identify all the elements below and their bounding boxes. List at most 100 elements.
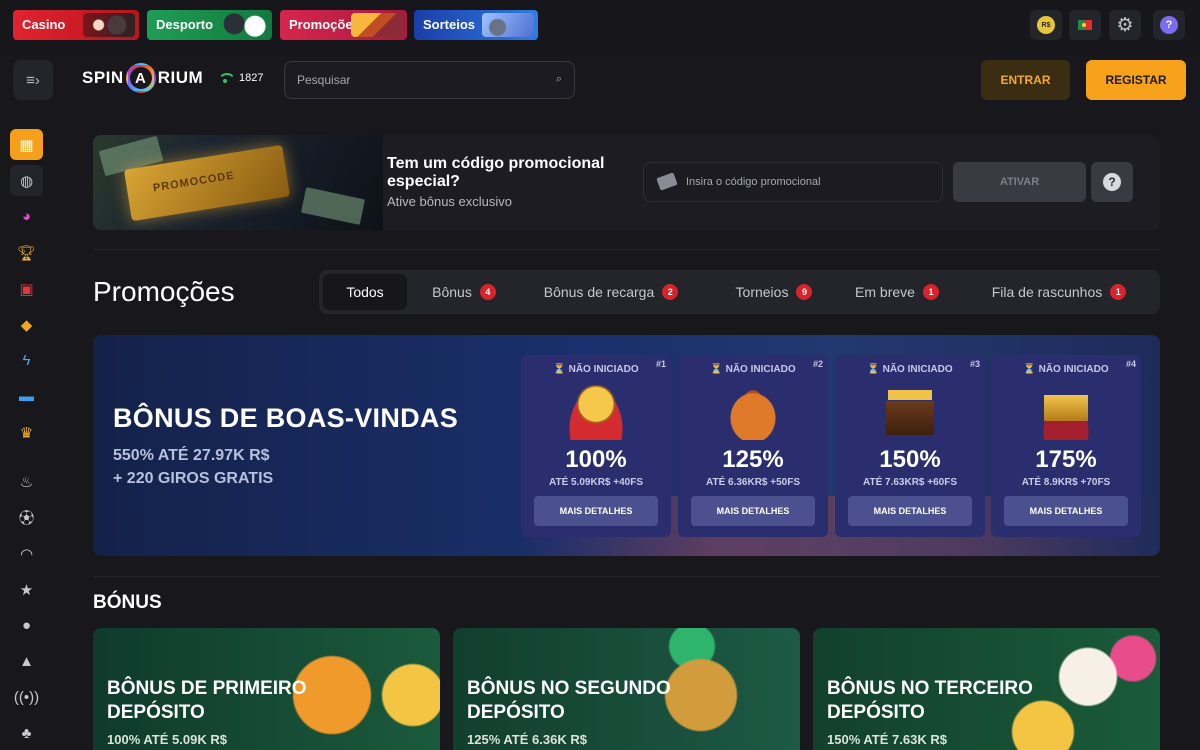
treasure-chest-image — [880, 385, 940, 440]
divider — [93, 576, 1160, 577]
promotion-filters: Todos Bônus 4 Bônus de recarga 2 Torneios 9… — [319, 270, 1160, 314]
slot-machine-icon — [83, 13, 135, 37]
filter-torneios[interactable]: Torneios 9 — [719, 274, 829, 310]
more-details-button[interactable]: MAIS DETALHES — [1004, 496, 1128, 526]
activate-button[interactable]: ATIVAR — [953, 162, 1086, 202]
sidebar-item-promotions[interactable]: ▣ — [10, 273, 43, 304]
prizes-icon — [482, 13, 534, 37]
bonus-card-subtitle: 150% ATÉ 7.63K R$ — [827, 732, 947, 747]
promo-code-input[interactable] — [686, 163, 926, 201]
promo-help-button[interactable]: ? — [1091, 162, 1133, 202]
sidebar-item-sports[interactable]: ◍ — [10, 165, 43, 196]
search-box: ⌕ — [284, 61, 575, 99]
filter-bonus[interactable]: Bônus 4 — [415, 274, 513, 310]
speedometer-icon: ◠ — [19, 545, 34, 563]
sidebar-item-wheel[interactable]: ◕ — [10, 201, 43, 232]
online-count: 1827 — [239, 72, 264, 84]
promo-code-field — [643, 162, 943, 202]
bonus-card-first-deposit[interactable]: BÔNUS DE PRIMEIRO DEPÓSITO 100% ATÉ 5.09… — [93, 628, 440, 750]
sidebar-item-favorites[interactable]: ★ — [10, 574, 43, 605]
tab-sorteios[interactable]: Sorteios — [414, 10, 538, 40]
tab-desporto[interactable]: Desporto — [147, 10, 272, 40]
brand-logo-icon: ▲ — [19, 653, 34, 670]
search-input[interactable] — [297, 62, 537, 98]
settings-button[interactable]: ⚙ — [1109, 10, 1141, 40]
filter-rascunhos[interactable]: Fila de rascunhos 1 — [979, 274, 1139, 310]
bonus-card-second-deposit[interactable]: BÔNUS NO SEGUNDO DEPÓSITO 125% ATÉ 6.36K… — [453, 628, 800, 750]
tab-casino[interactable]: Casino — [13, 10, 139, 40]
divider — [93, 249, 1160, 250]
stage-percent: 175% — [1035, 446, 1097, 473]
hourglass-icon-status: ⏳ NÃO INICIADO — [710, 364, 796, 375]
gift-icon — [351, 13, 403, 37]
banknote-image — [300, 187, 366, 225]
welcome-stage-card: ⏳ NÃO INICIADO #3 150% ATÉ 7.63KR$ +60FS… — [835, 355, 985, 537]
sidebar-item-new[interactable]: ● — [10, 610, 43, 641]
search-icon[interactable]: ⌕ — [556, 73, 562, 86]
tab-promocoes[interactable]: Promoções — [280, 10, 407, 40]
sidebar-item-tournaments[interactable]: 🏆︎ — [10, 237, 43, 268]
filter-label: Fila de rascunhos — [991, 284, 1103, 300]
language-button[interactable] — [1069, 10, 1101, 40]
more-details-button[interactable]: MAIS DETALHES — [691, 496, 815, 526]
soccer-ball-icon: ⚽︎ — [18, 510, 34, 527]
logo-text-right: RIUM — [157, 68, 204, 87]
star-icon: ★ — [19, 581, 34, 599]
currency-coin-icon: R$ — [1037, 16, 1055, 34]
stage-detail: ATÉ 7.63KR$ +60FS — [862, 477, 958, 488]
cherry-icon: ♣ — [21, 725, 32, 742]
chat-bubble-icon: ● — [21, 617, 32, 634]
bonus-card-subtitle: 125% ATÉ 6.36K R$ — [467, 732, 587, 747]
sidebar-item-cards[interactable]: ▬ — [10, 381, 43, 412]
support-button[interactable]: ? — [1153, 10, 1185, 40]
count-badge: 4 — [479, 284, 496, 300]
logo-text-left: SPIN — [82, 68, 124, 87]
sidebar-item-fast-games[interactable]: ϟ — [10, 345, 43, 376]
tab-sorteios-label: Sorteios — [423, 17, 476, 32]
stage-status: NÃO INICIADO — [725, 364, 796, 375]
count-badge: 9 — [796, 284, 813, 300]
sidebar-item-hot[interactable]: ♨ — [10, 466, 43, 497]
gift-icon: ▣ — [19, 280, 34, 298]
gem-icon: ◆ — [20, 316, 33, 334]
stage-detail: ATÉ 8.9KR$ +70FS — [1021, 477, 1111, 488]
filter-recarga[interactable]: Bônus de recarga 2 — [531, 274, 691, 310]
crown-image — [1036, 385, 1096, 440]
filter-label: Em breve — [855, 284, 915, 300]
sidebar-item-cherry[interactable]: ♣ — [10, 718, 43, 749]
welcome-amount: 550% ATÉ 27.97K R$ — [113, 447, 270, 464]
portugal-flag-icon — [1078, 20, 1092, 30]
more-details-button[interactable]: MAIS DETALHES — [848, 496, 972, 526]
welcome-stage-card: ⏳ NÃO INICIADO #4 175% ATÉ 8.9KR$ +70FS … — [991, 355, 1141, 537]
sidebar-item-spinarium[interactable]: ▲ — [10, 646, 43, 677]
sidebar-item-crown[interactable]: ♛ — [10, 417, 43, 448]
top-bar: Casino Desporto Promoções Sorteios R$ ⚙ … — [0, 0, 1200, 50]
sidebar-item-vip[interactable]: ◆ — [10, 309, 43, 340]
sidebar-item-broadcast[interactable]: ((•)) — [10, 682, 43, 713]
filter-todos[interactable]: Todos — [323, 274, 407, 310]
count-badge: 2 — [662, 284, 679, 300]
login-button[interactable]: ENTRAR — [981, 60, 1070, 100]
sidebar-item-live[interactable]: ◠ — [10, 538, 43, 569]
question-icon: ? — [1103, 173, 1121, 191]
menu-toggle-button[interactable]: ≡› — [13, 60, 53, 100]
bonus-card-third-deposit[interactable]: BÔNUS NO TERCEIRO DEPÓSITO 150% ATÉ 7.63… — [813, 628, 1160, 750]
bonus-card-title: BÔNUS DE PRIMEIRO DEPÓSITO — [107, 678, 307, 723]
brand-logo[interactable]: SPIN RIUM — [82, 63, 203, 93]
stage-number: #4 — [1125, 359, 1136, 369]
ticket-icon — [656, 172, 678, 191]
lightning-icon: ϟ — [22, 352, 31, 369]
filter-label: Bônus — [432, 284, 472, 300]
stage-status: NÃO INICIADO — [882, 364, 953, 375]
register-button[interactable]: REGISTAR — [1086, 60, 1186, 100]
gear-icon: ⚙ — [1116, 14, 1134, 36]
welcome-bonus-banner: BÔNUS DE BOAS-VINDAS 550% ATÉ 27.97K R$ … — [93, 335, 1160, 556]
currency-button[interactable]: R$ — [1030, 10, 1062, 40]
logo-ring-icon — [125, 63, 156, 93]
filter-em-breve[interactable]: Em breve 1 — [847, 274, 947, 310]
more-details-button[interactable]: MAIS DETALHES — [534, 496, 658, 526]
bonus-card-subtitle: 100% ATÉ 5.09K R$ — [107, 732, 227, 747]
sidebar-item-football[interactable]: ⚽︎ — [10, 502, 43, 533]
coin-on-pillow-image — [566, 385, 626, 440]
sidebar-item-casino[interactable]: ▦ — [10, 129, 43, 160]
